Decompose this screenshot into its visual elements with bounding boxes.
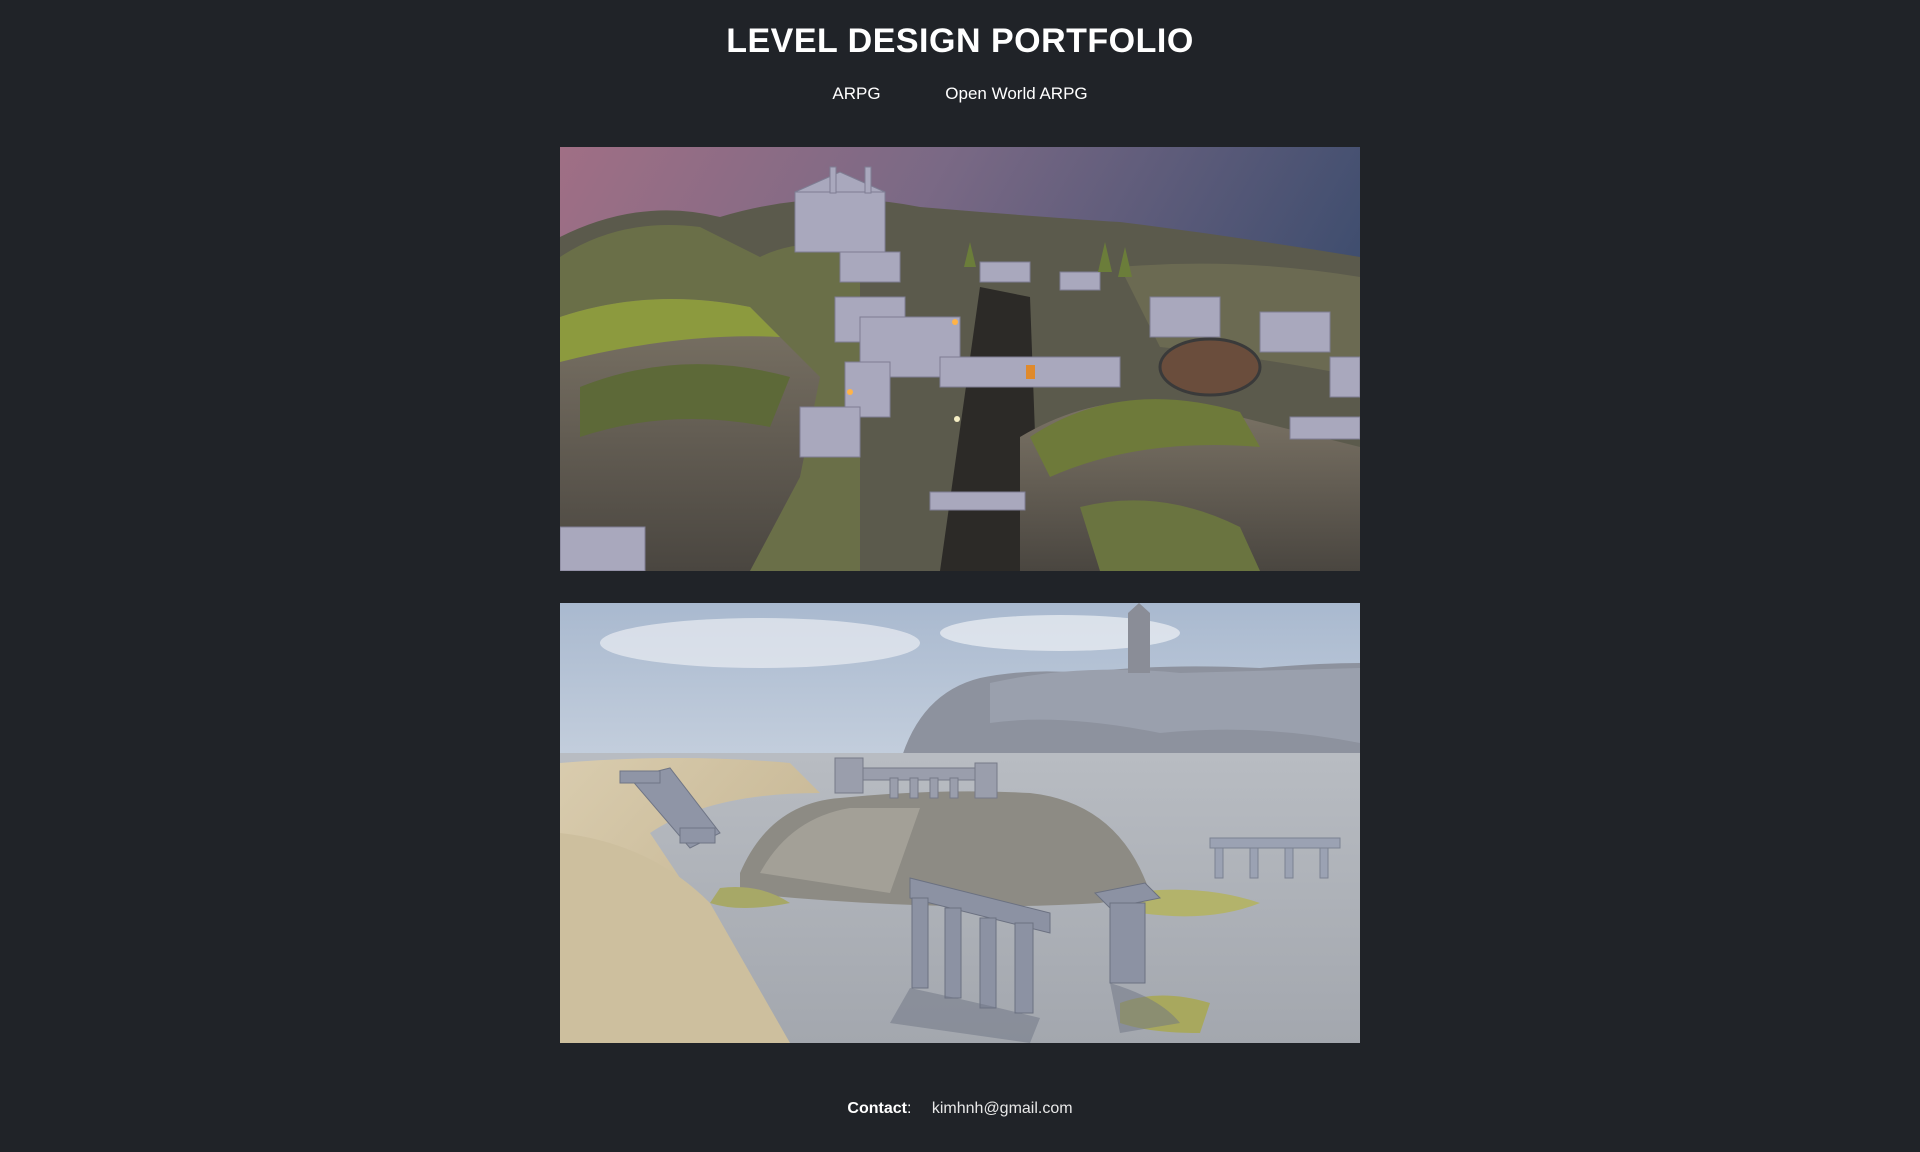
nav-bar: ARPG Open World ARPG (0, 84, 1920, 104)
nav-link-arpg[interactable]: ARPG (832, 84, 880, 104)
portfolio-page: LEVEL DESIGN PORTFOLIO ARPG Open World A… (0, 0, 1920, 1152)
nav-link-open-world-arpg[interactable]: Open World ARPG (945, 84, 1087, 104)
open-world-level-image (560, 603, 1360, 1043)
contact-footer: Contact: kimhnh@gmail.com (0, 1100, 1920, 1118)
page-title: LEVEL DESIGN PORTFOLIO (726, 22, 1194, 60)
arpg-level-screenshot[interactable] (560, 147, 1360, 571)
contact-separator: : (906, 1100, 912, 1117)
contact-label: Contact (847, 1100, 907, 1117)
arpg-level-image (560, 147, 1360, 571)
contact-email-link[interactable]: kimhnh@gmail.com (932, 1100, 1073, 1117)
open-world-level-screenshot[interactable] (560, 603, 1360, 1043)
